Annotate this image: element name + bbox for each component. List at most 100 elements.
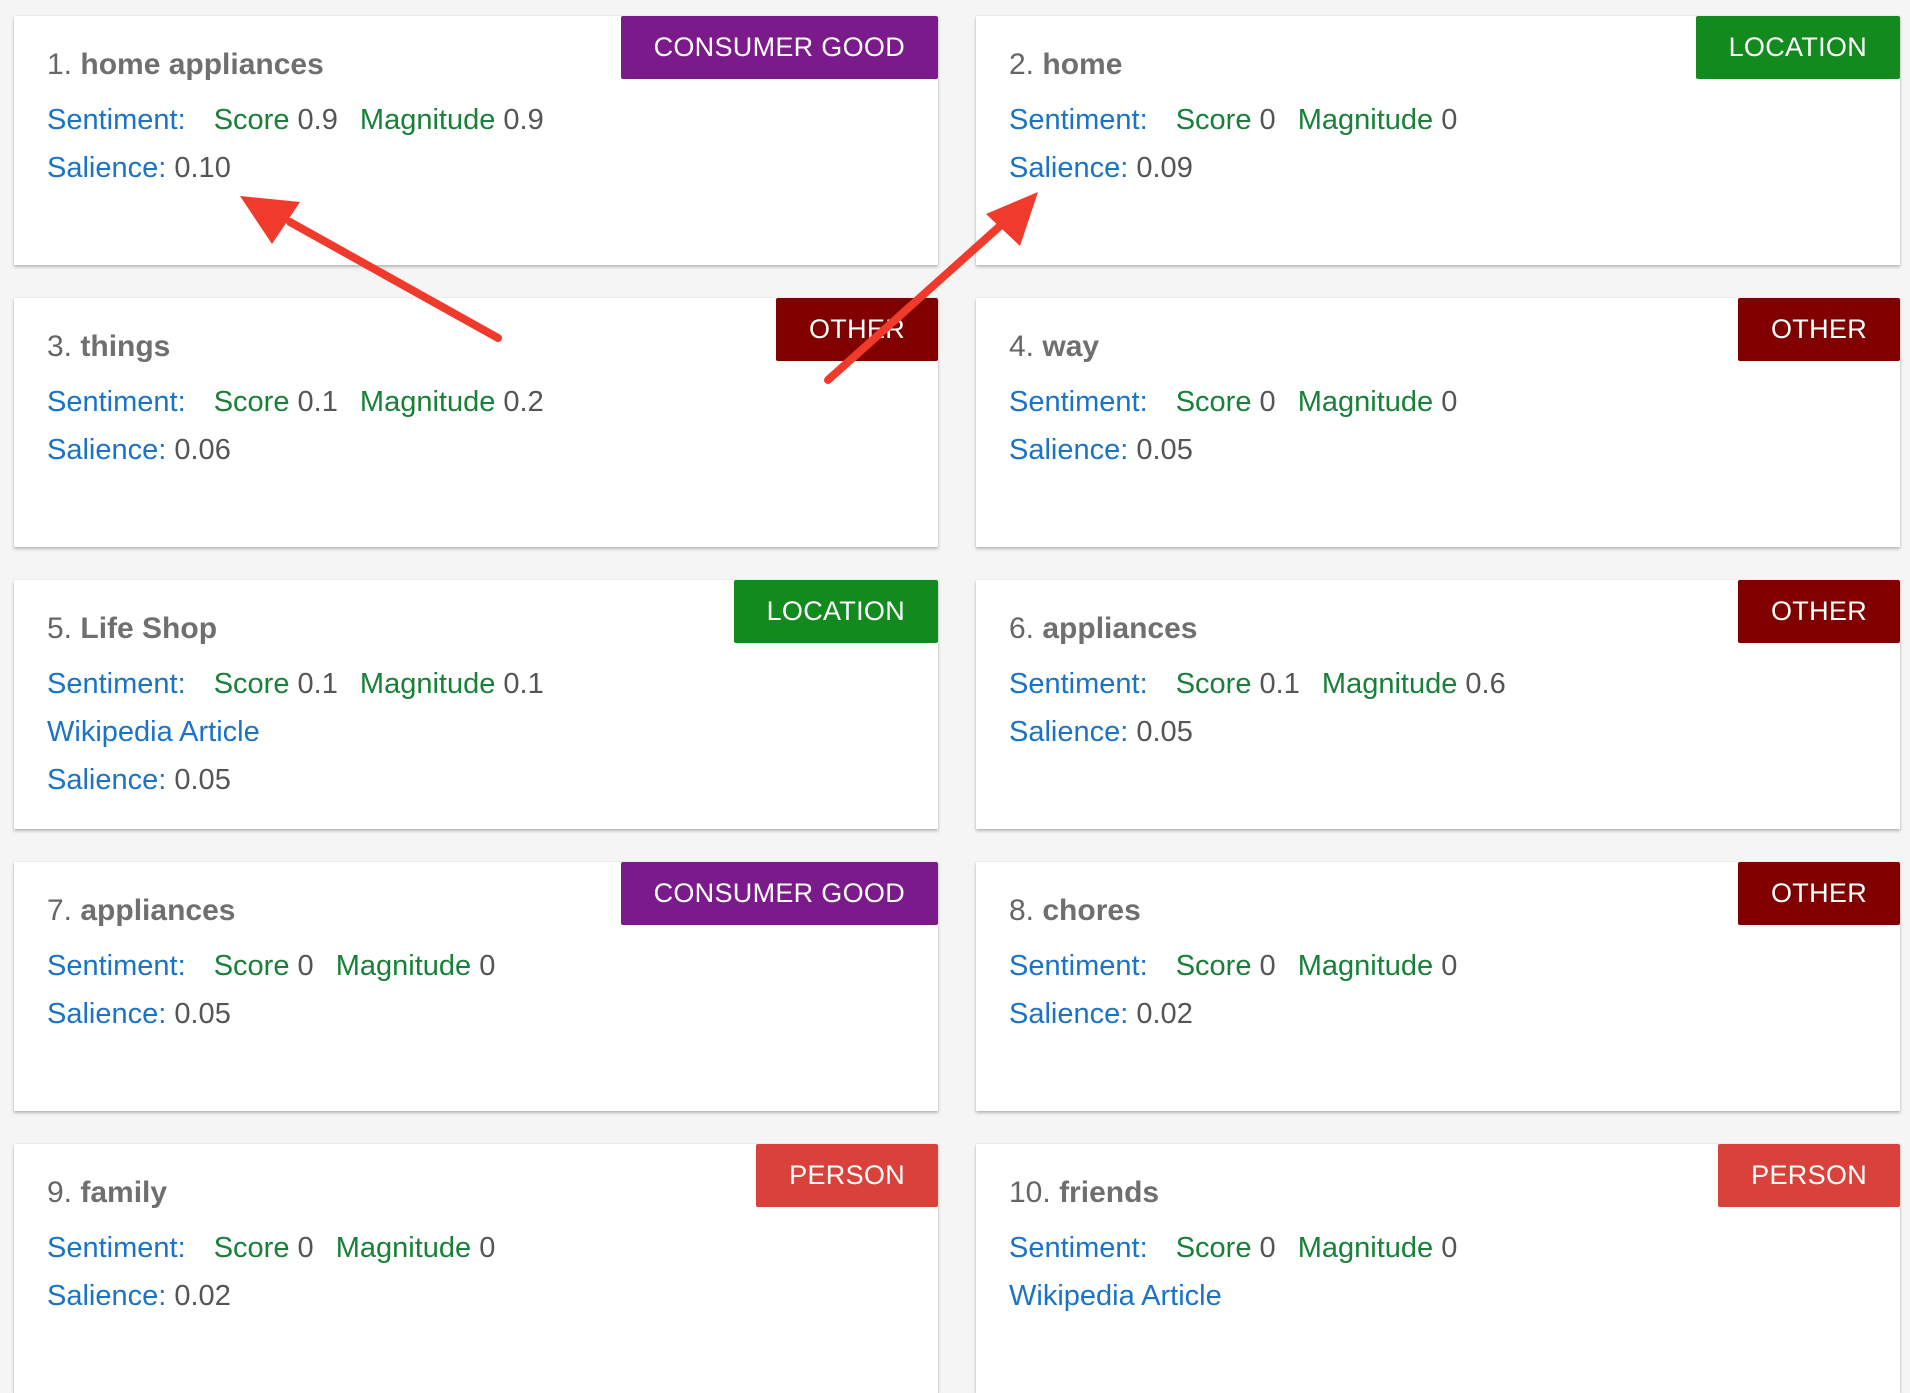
salience-value: 0.05 [174,764,231,796]
sentiment-label: Sentiment: [47,950,186,982]
sentiment-row: Sentiment: Score 0.1 Magnitude 0.6 [1009,668,1506,701]
entity-name: family [80,1176,168,1209]
sentiment-label: Sentiment: [1009,386,1148,418]
salience-value: 0.02 [174,1280,231,1312]
score-label: Score [1175,1232,1252,1264]
entity-type-badge: PERSON [756,1144,938,1207]
magnitude-label: Magnitude [335,1232,472,1264]
entity-type-badge: LOCATION [1695,16,1900,79]
magnitude-label: Magnitude [335,950,472,982]
magnitude-label: Magnitude [1297,1232,1434,1264]
salience-row: Salience: 0.02 [1009,998,1193,1031]
sentiment-row: Sentiment: Score 0.9 Magnitude 0.9 [47,104,544,137]
sentiment-label: Sentiment: [47,386,186,418]
salience-label: Salience: [1009,716,1129,748]
wikipedia-article-link[interactable]: Wikipedia Article [1009,1280,1222,1312]
entity-name: chores [1042,894,1141,927]
salience-value: 0.10 [174,152,231,184]
entity-card: OTHER 6. appliances Sentiment: Score 0.1… [976,580,1900,829]
salience-value: 0.05 [1136,434,1193,466]
sentiment-label: Sentiment: [1009,950,1148,982]
entity-title: 4. way [1009,330,1099,364]
entity-card: CONSUMER GOOD 1. home appliances Sentime… [14,16,938,265]
entity-title: 10. friends [1009,1176,1159,1210]
entity-name: appliances [80,894,236,927]
score-value: 0 [297,950,314,982]
entity-name: things [80,330,171,363]
score-label: Score [1175,386,1252,418]
entity-card: CONSUMER GOOD 7. appliances Sentiment: S… [14,862,938,1111]
magnitude-label: Magnitude [359,668,496,700]
salience-value: 0.05 [1136,716,1193,748]
entity-title: 5. Life Shop [47,612,217,646]
entity-type-badge: LOCATION [733,580,938,643]
entity-number: 5. [47,612,73,645]
entity-type-badge: OTHER [1738,298,1900,361]
salience-label: Salience: [47,998,167,1030]
magnitude-value: 0 [479,1232,496,1264]
salience-value: 0.05 [174,998,231,1030]
sentiment-row: Sentiment: Score 0 Magnitude 0 [47,1232,495,1265]
entity-card: OTHER 4. way Sentiment: Score 0 Magnitud… [976,298,1900,547]
score-label: Score [213,386,290,418]
sentiment-label: Sentiment: [1009,668,1148,700]
magnitude-label: Magnitude [1297,386,1434,418]
magnitude-value: 0 [1441,1232,1458,1264]
wikipedia-row: Wikipedia Article [1009,1280,1222,1313]
score-label: Score [213,104,290,136]
entity-number: 8. [1009,894,1035,927]
entity-grid: CONSUMER GOOD 1. home appliances Sentime… [0,0,1910,1393]
magnitude-value: 0.6 [1465,668,1506,700]
entity-title: 3. things [47,330,170,364]
entity-type-badge: CONSUMER GOOD [620,862,938,925]
entity-number: 4. [1009,330,1035,363]
salience-value: 0.09 [1136,152,1193,184]
entity-card: OTHER 8. chores Sentiment: Score 0 Magni… [976,862,1900,1111]
wikipedia-article-link[interactable]: Wikipedia Article [47,716,260,748]
magnitude-value: 0 [1441,386,1458,418]
entity-title: 6. appliances [1009,612,1197,646]
salience-row: Salience: 0.05 [1009,716,1193,749]
sentiment-label: Sentiment: [47,668,186,700]
entity-name: home [1042,48,1123,81]
entity-card: PERSON 10. friends Sentiment: Score 0 Ma… [976,1144,1900,1393]
score-label: Score [213,668,290,700]
score-value: 0 [1259,386,1276,418]
sentiment-row: Sentiment: Score 0 Magnitude 0 [1009,386,1457,419]
entity-number: 6. [1009,612,1035,645]
score-value: 0 [297,1232,314,1264]
entity-number: 3. [47,330,73,363]
entity-title: 8. chores [1009,894,1141,928]
salience-row: Salience: 0.05 [47,764,231,797]
sentiment-row: Sentiment: Score 0 Magnitude 0 [47,950,495,983]
entity-name: home appliances [80,48,324,81]
entity-number: 2. [1009,48,1035,81]
salience-row: Salience: 0.06 [47,434,231,467]
salience-label: Salience: [1009,152,1129,184]
score-label: Score [1175,104,1252,136]
entity-name: friends [1059,1176,1160,1209]
magnitude-value: 0 [1441,104,1458,136]
salience-label: Salience: [47,1280,167,1312]
entity-number: 1. [47,48,73,81]
sentiment-label: Sentiment: [47,1232,186,1264]
entity-name: appliances [1042,612,1198,645]
magnitude-value: 0 [1441,950,1458,982]
magnitude-label: Magnitude [359,386,496,418]
sentiment-row: Sentiment: Score 0 Magnitude 0 [1009,104,1457,137]
salience-label: Salience: [1009,998,1129,1030]
salience-value: 0.02 [1136,998,1193,1030]
magnitude-value: 0.2 [503,386,544,418]
score-label: Score [1175,668,1252,700]
sentiment-row: Sentiment: Score 0 Magnitude 0 [1009,1232,1457,1265]
entity-card: LOCATION 5. Life Shop Sentiment: Score 0… [14,580,938,829]
entity-title: 9. family [47,1176,167,1210]
score-label: Score [1175,950,1252,982]
score-value: 0 [1259,104,1276,136]
salience-label: Salience: [47,152,167,184]
wikipedia-row: Wikipedia Article [47,716,260,749]
entity-number: 10. [1009,1176,1051,1209]
magnitude-value: 0.1 [503,668,544,700]
entity-number: 7. [47,894,73,927]
salience-row: Salience: 0.05 [47,998,231,1031]
